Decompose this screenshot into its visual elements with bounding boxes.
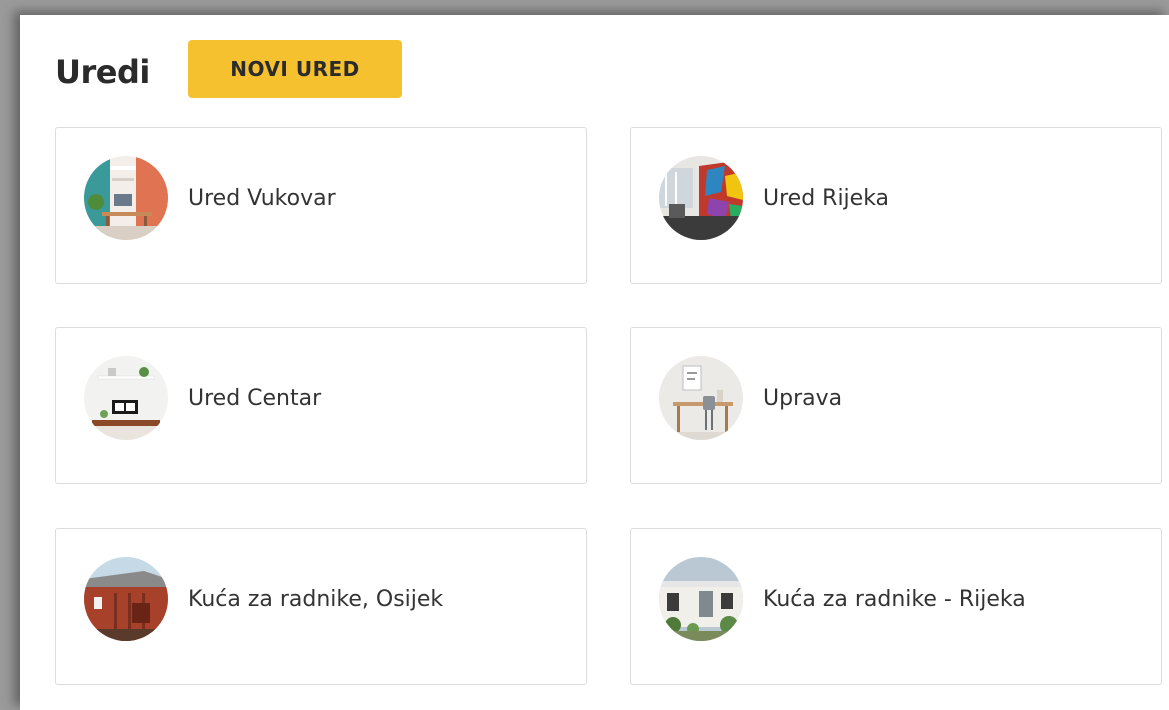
office-avatar-osijek-house bbox=[84, 557, 168, 641]
new-office-button[interactable]: NOVI URED bbox=[188, 40, 402, 98]
office-avatar-rijeka bbox=[659, 156, 743, 240]
page-title: Uredi bbox=[55, 53, 150, 91]
office-name: Uprava bbox=[763, 386, 843, 411]
office-name: Kuća za radnike - Rijeka bbox=[763, 587, 1026, 612]
office-card-osijek-house[interactable]: Kuća za radnike, Osijek bbox=[55, 528, 587, 685]
offices-panel: Uredi NOVI URED Ured Vukovar Ured Rijeka… bbox=[20, 15, 1169, 710]
office-avatar-vukovar bbox=[84, 156, 168, 240]
window-frame: Uredi NOVI URED Ured Vukovar Ured Rijeka… bbox=[0, 0, 1169, 710]
office-card-rijeka-house[interactable]: Kuća za radnike - Rijeka bbox=[630, 528, 1162, 685]
office-name: Ured Rijeka bbox=[763, 186, 890, 211]
office-name: Kuća za radnike, Osijek bbox=[188, 587, 444, 612]
office-avatar-centar bbox=[84, 356, 168, 440]
office-avatar-uprava bbox=[659, 356, 743, 440]
office-card-uprava[interactable]: Uprava bbox=[630, 327, 1162, 484]
office-card-centar[interactable]: Ured Centar bbox=[55, 327, 587, 484]
office-name: Ured Centar bbox=[188, 386, 322, 411]
office-card-rijeka[interactable]: Ured Rijeka bbox=[630, 127, 1162, 284]
office-name: Ured Vukovar bbox=[188, 186, 336, 211]
office-avatar-rijeka-house bbox=[659, 557, 743, 641]
office-card-vukovar[interactable]: Ured Vukovar bbox=[55, 127, 587, 284]
